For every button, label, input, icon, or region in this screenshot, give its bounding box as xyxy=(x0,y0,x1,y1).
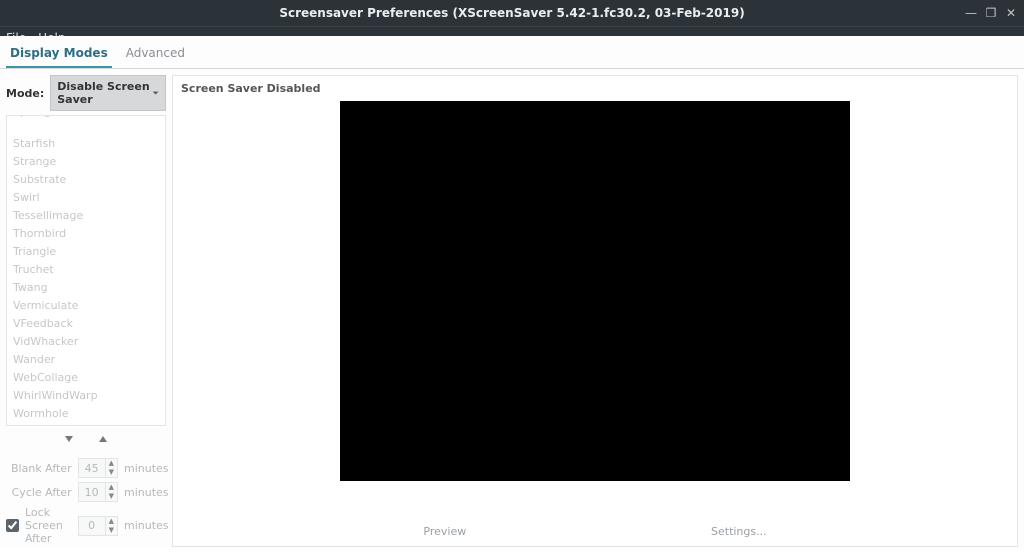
saver-list[interactable]: RotZoomerShadeBobsSierpinskiSlideScreenS… xyxy=(7,116,165,425)
list-sort-buttons xyxy=(6,426,166,456)
mode-selected: Disable Screen Saver xyxy=(57,80,152,106)
lock-after-input[interactable] xyxy=(78,516,106,536)
lock-after-checkbox[interactable] xyxy=(6,519,19,532)
spin-up-icon[interactable]: ▲ xyxy=(106,483,117,492)
list-item[interactable]: Swirl xyxy=(7,189,165,207)
blank-after-spinner[interactable]: ▲▼ xyxy=(78,458,118,478)
cycle-after-spinner[interactable]: ▲▼ xyxy=(78,482,118,502)
cycle-after-label: Cycle After xyxy=(12,486,72,499)
blank-after-unit: minutes xyxy=(124,462,166,475)
content-area: Display Modes Advanced Mode: Disable Scr… xyxy=(0,36,1024,548)
spin-down-icon[interactable]: ▼ xyxy=(106,492,117,501)
triangle-up-icon xyxy=(98,434,108,444)
list-item[interactable]: WebCollage xyxy=(7,369,165,387)
spin-down-icon[interactable]: ▼ xyxy=(106,468,117,477)
preview-button[interactable]: Preview xyxy=(423,525,466,538)
body: Mode: Disable Screen Saver RotZoomerShad… xyxy=(0,69,1024,553)
tab-strip: Display Modes Advanced xyxy=(0,36,1024,69)
mode-row: Mode: Disable Screen Saver xyxy=(6,75,166,111)
lock-after-unit: minutes xyxy=(124,519,166,532)
list-item[interactable]: VFeedback xyxy=(7,315,165,333)
blank-after-row: Blank After ▲▼ minutes xyxy=(6,458,166,478)
sort-down-button[interactable] xyxy=(60,432,78,446)
spin-down-icon[interactable]: ▼ xyxy=(106,526,117,535)
tab-display-modes[interactable]: Display Modes xyxy=(6,42,112,68)
list-item xyxy=(7,121,165,135)
lock-after-label: Lock Screen After xyxy=(25,506,72,545)
window-controls: — ❐ ✕ xyxy=(964,6,1018,20)
left-column: Mode: Disable Screen Saver RotZoomerShad… xyxy=(6,75,166,547)
lock-after-row: Lock Screen After ▲▼ minutes xyxy=(6,506,166,545)
list-item[interactable]: WhirlWindWarp xyxy=(7,387,165,405)
cycle-after-unit: minutes xyxy=(124,486,166,499)
list-item[interactable]: Strange xyxy=(7,153,165,171)
list-item[interactable]: Wander xyxy=(7,351,165,369)
sort-up-button[interactable] xyxy=(94,432,112,446)
window-titlebar: Screensaver Preferences (XScreenSaver 5.… xyxy=(0,0,1024,26)
list-item[interactable]: Truchet xyxy=(7,261,165,279)
minimize-icon[interactable]: — xyxy=(964,6,978,20)
saver-list-frame: RotZoomerShadeBobsSierpinskiSlideScreenS… xyxy=(6,115,166,426)
chevron-down-icon xyxy=(152,88,159,98)
list-item[interactable]: Twang xyxy=(7,279,165,297)
list-item[interactable]: Thornbird xyxy=(7,225,165,243)
spin-up-icon[interactable]: ▲ xyxy=(106,517,117,526)
preview-buttons: Preview Settings... xyxy=(181,515,1009,538)
mode-dropdown[interactable]: Disable Screen Saver xyxy=(50,75,166,111)
window-title: Screensaver Preferences (XScreenSaver 5.… xyxy=(279,6,744,20)
cycle-after-input[interactable] xyxy=(78,482,106,502)
mode-label: Mode: xyxy=(6,87,44,100)
list-item[interactable]: Triangle xyxy=(7,243,165,261)
blank-after-input[interactable] xyxy=(78,458,106,478)
close-icon[interactable]: ✕ xyxy=(1004,6,1018,20)
maximize-icon[interactable]: ❐ xyxy=(984,6,998,20)
settings-button[interactable]: Settings... xyxy=(711,525,767,538)
list-item[interactable]: Starfish xyxy=(7,135,165,153)
list-item[interactable]: VidWhacker xyxy=(7,333,165,351)
preview-screen xyxy=(340,101,850,481)
preview-area xyxy=(181,101,1009,515)
blank-after-label: Blank After xyxy=(11,462,72,475)
preview-heading: Screen Saver Disabled xyxy=(181,80,1009,101)
list-item[interactable]: Substrate xyxy=(7,171,165,189)
list-item[interactable]: Tessellimage xyxy=(7,207,165,225)
spin-up-icon[interactable]: ▲ xyxy=(106,459,117,468)
list-item[interactable]: Vermiculate xyxy=(7,297,165,315)
lock-after-spinner[interactable]: ▲▼ xyxy=(78,516,118,536)
cycle-after-row: Cycle After ▲▼ minutes xyxy=(6,482,166,502)
right-panel: Screen Saver Disabled Preview Settings..… xyxy=(172,75,1018,547)
triangle-down-icon xyxy=(64,434,74,444)
tab-advanced[interactable]: Advanced xyxy=(122,42,189,68)
list-item[interactable]: Wormhole xyxy=(7,405,165,423)
